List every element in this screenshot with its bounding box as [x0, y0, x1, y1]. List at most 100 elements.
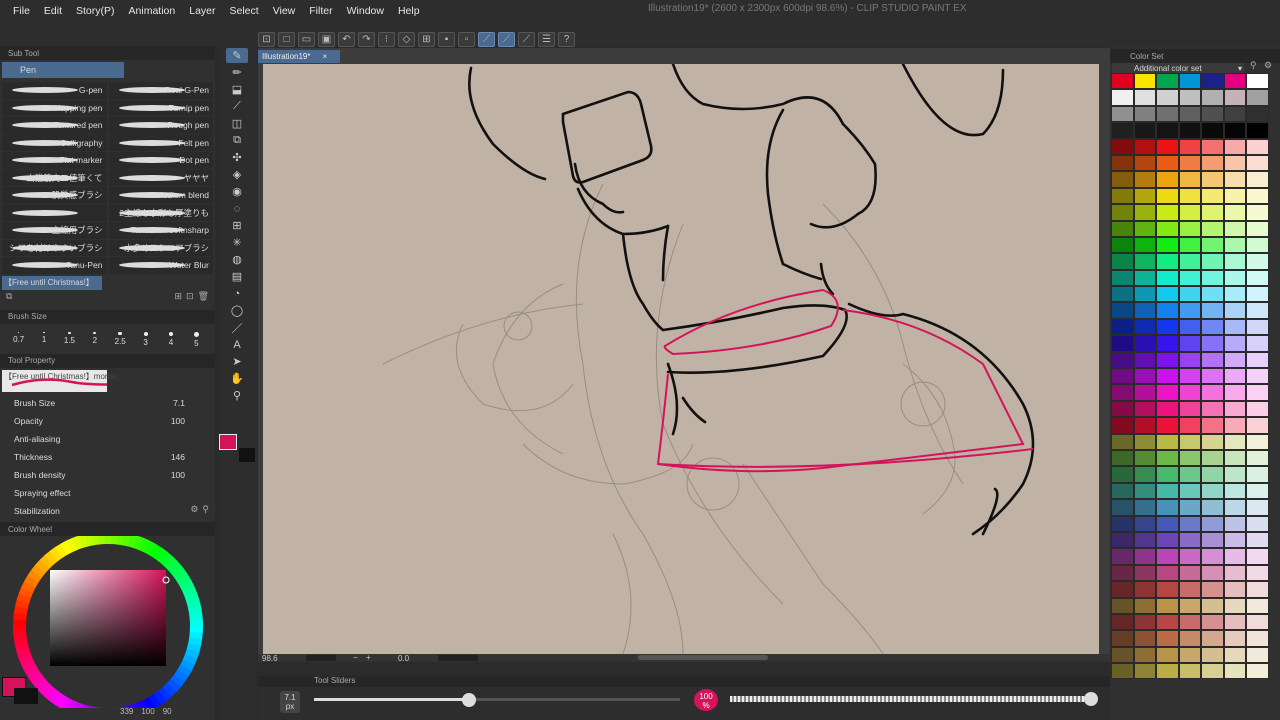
color-swatch[interactable] [1246, 73, 1269, 90]
color-swatch[interactable] [1156, 466, 1179, 483]
color-swatch[interactable] [1111, 154, 1134, 172]
color-swatch[interactable] [1133, 105, 1156, 123]
color-swatch[interactable] [1133, 384, 1156, 401]
brush-icon[interactable]: ⟋ [518, 31, 535, 47]
tool-sub-color[interactable] [239, 448, 255, 462]
color-swatch[interactable] [1156, 597, 1179, 614]
color-swatch[interactable] [1133, 449, 1156, 467]
color-swatch[interactable] [1201, 548, 1224, 565]
color-swatch[interactable] [1201, 417, 1224, 434]
undo-icon[interactable]: ↶ [338, 31, 355, 47]
color-swatch[interactable] [1246, 482, 1269, 500]
color-swatch[interactable] [1223, 286, 1246, 303]
color-swatch[interactable] [1201, 220, 1224, 237]
color-swatch[interactable] [1178, 482, 1201, 500]
zoom-in-icon[interactable]: + [366, 653, 371, 662]
color-swatch[interactable] [1156, 368, 1179, 385]
color-swatch[interactable] [1156, 613, 1179, 631]
color-swatch[interactable] [1178, 105, 1201, 123]
color-swatch[interactable] [1223, 630, 1246, 647]
brush-item[interactable]: 肌質感ブラシ [2, 187, 107, 204]
color-swatch[interactable] [1178, 630, 1201, 647]
color-swatch[interactable] [1111, 302, 1134, 319]
color-swatch[interactable] [1111, 417, 1134, 434]
menu-item[interactable]: File [13, 5, 30, 17]
color-swatch[interactable] [1133, 417, 1156, 434]
color-swatch[interactable] [1133, 646, 1156, 664]
color-swatch[interactable] [1156, 89, 1179, 106]
color-swatch[interactable] [1223, 548, 1246, 565]
color-swatch[interactable] [1178, 597, 1201, 614]
color-swatch[interactable] [1156, 433, 1179, 450]
color-swatch[interactable] [1156, 515, 1179, 532]
color-swatch[interactable] [1201, 646, 1224, 664]
sub-color-swatch[interactable] [14, 688, 38, 704]
color-swatch[interactable] [1201, 236, 1224, 254]
color-swatch[interactable] [1223, 154, 1246, 172]
color-swatch[interactable] [1223, 646, 1246, 664]
color-wheel[interactable] [2, 536, 214, 708]
color-swatch[interactable] [1246, 351, 1269, 369]
lasso-icon[interactable]: ◔ [226, 286, 248, 301]
zoom-slider[interactable] [306, 655, 336, 661]
color-swatch[interactable] [1111, 368, 1134, 385]
color-swatch[interactable] [1111, 269, 1134, 287]
color-swatch[interactable] [1156, 384, 1179, 401]
color-swatch[interactable] [1246, 171, 1269, 188]
color-swatch[interactable] [1178, 499, 1201, 516]
snap-icon[interactable]: ▪ [438, 31, 455, 47]
dropper-icon[interactable]: ⚲ [226, 388, 248, 403]
text-icon[interactable]: A [226, 337, 248, 352]
color-swatch[interactable] [1223, 220, 1246, 237]
color-swatch[interactable] [1178, 449, 1201, 467]
clear-icon[interactable]: ◇ [398, 31, 415, 47]
color-swatch[interactable] [1111, 613, 1134, 631]
color-swatch[interactable] [1111, 138, 1134, 155]
move-icon[interactable]: ✣ [226, 150, 248, 165]
menu-item[interactable]: Window [347, 5, 384, 17]
color-swatch[interactable] [1156, 499, 1179, 516]
color-swatch[interactable] [1111, 187, 1134, 205]
color-swatch[interactable] [1201, 351, 1224, 369]
color-swatch[interactable] [1178, 269, 1201, 287]
color-swatch[interactable] [1178, 335, 1201, 352]
color-swatch[interactable] [1201, 630, 1224, 647]
color-swatch[interactable] [1201, 105, 1224, 123]
color-swatch[interactable] [1223, 105, 1246, 123]
color-swatch[interactable] [1201, 138, 1224, 155]
color-swatch[interactable] [1111, 73, 1134, 90]
color-swatch[interactable] [1201, 515, 1224, 532]
color-swatch[interactable] [1178, 220, 1201, 237]
color-swatch[interactable] [1111, 318, 1134, 336]
color-swatch[interactable] [1133, 663, 1156, 680]
color-swatch[interactable] [1133, 515, 1156, 532]
open-file-icon[interactable]: ▭ [298, 31, 315, 47]
brush-item[interactable]: 水多めスケエアブラシ [108, 239, 213, 256]
color-swatch[interactable] [1223, 253, 1246, 270]
create-subtool-icon[interactable]: ⊡ [186, 291, 194, 302]
color-swatch[interactable] [1178, 171, 1201, 188]
size-slider-thumb[interactable] [462, 693, 476, 707]
color-swatch[interactable] [1246, 220, 1269, 237]
color-swatch[interactable] [1201, 613, 1224, 631]
color-swatch[interactable] [1246, 581, 1269, 598]
marker-icon[interactable]: ⬓ [226, 82, 248, 97]
color-swatch[interactable] [1133, 302, 1156, 319]
zoom-out-icon[interactable]: − [353, 653, 358, 662]
eraser-icon[interactable]: ◫ [226, 116, 248, 131]
color-swatch[interactable] [1201, 204, 1224, 221]
color-swatch[interactable] [1201, 335, 1224, 352]
color-swatch[interactable] [1201, 187, 1224, 205]
brush-item[interactable]: G-pen [2, 82, 107, 99]
color-swatch[interactable] [1223, 613, 1246, 631]
color-swatch[interactable] [1223, 564, 1246, 582]
settings-icon[interactable]: ⚙ [190, 504, 198, 516]
color-swatch[interactable] [1201, 663, 1224, 680]
horizontal-scrollbar[interactable] [638, 655, 768, 660]
brush-item[interactable]: Tanu-Pen [2, 257, 107, 274]
size-slider-track[interactable] [470, 698, 680, 701]
save-icon[interactable]: ▣ [318, 31, 335, 47]
color-swatch[interactable] [1246, 564, 1269, 582]
color-swatch[interactable] [1178, 89, 1201, 106]
color-swatch[interactable] [1133, 171, 1156, 188]
